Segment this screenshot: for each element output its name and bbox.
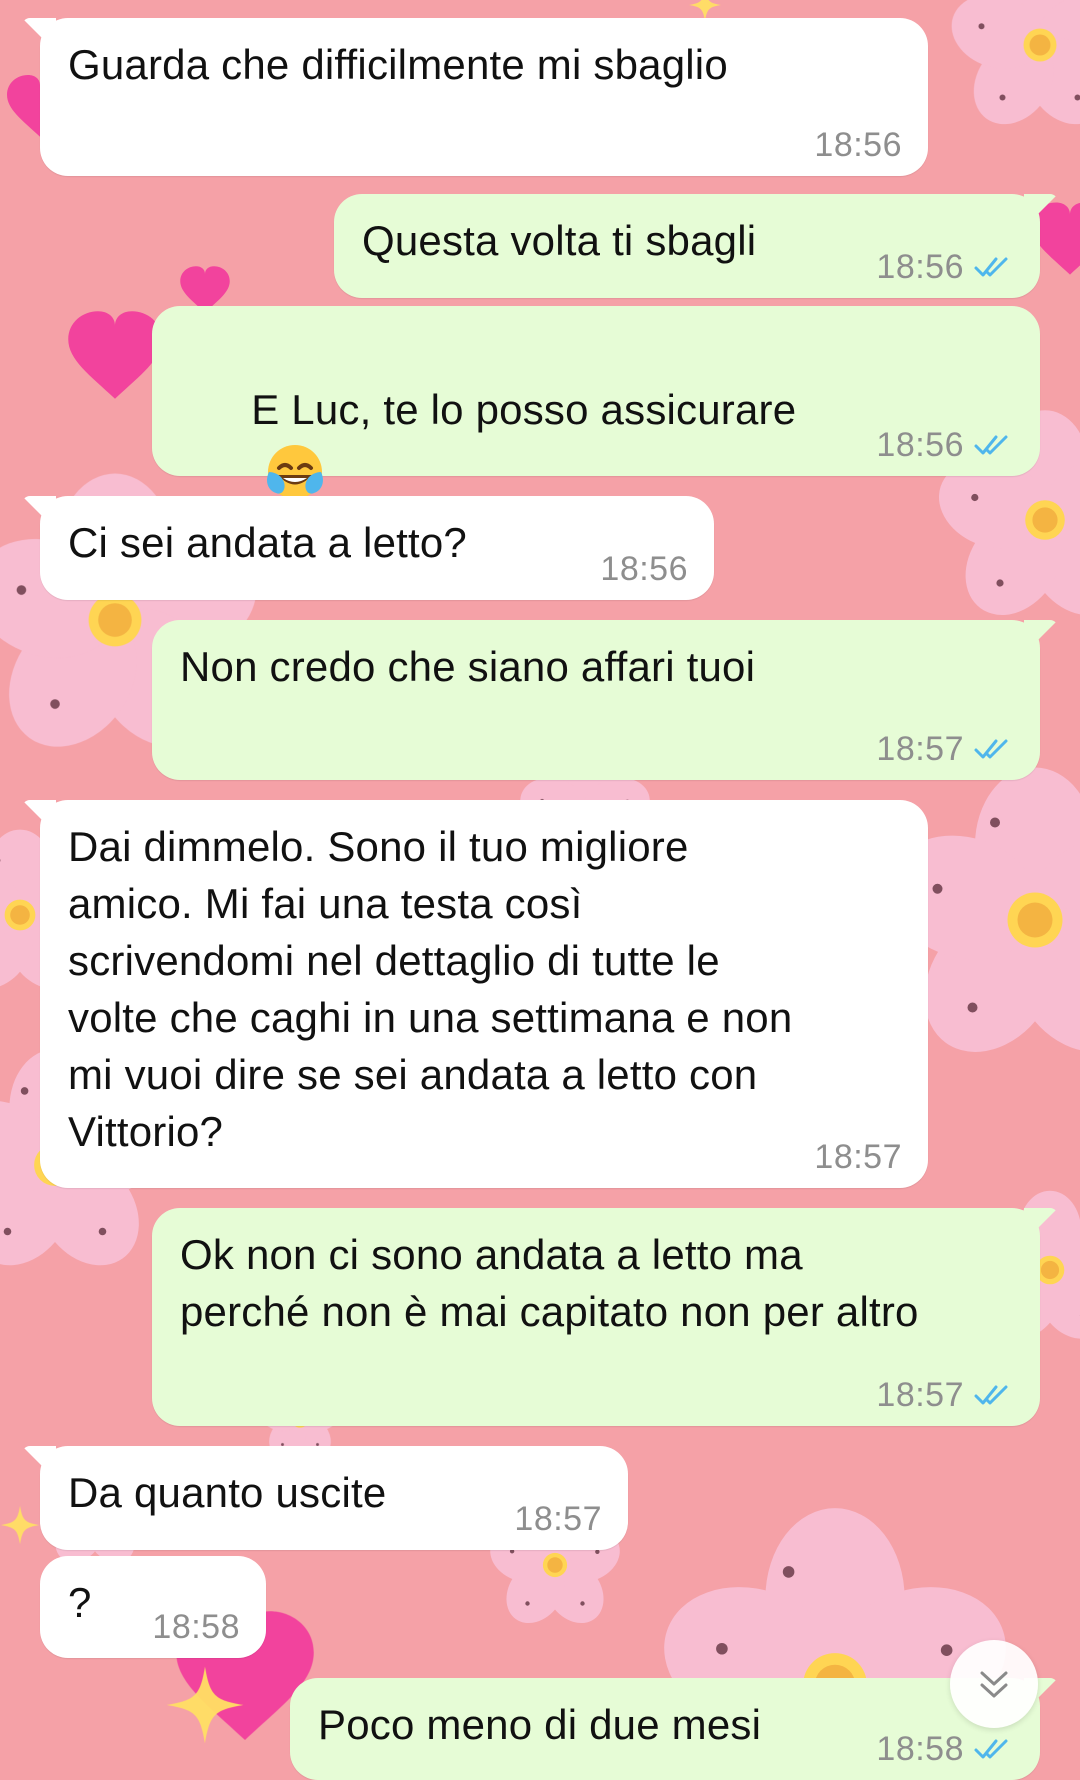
double-check-read-icon xyxy=(974,1385,1008,1405)
double-check-read-icon xyxy=(974,435,1008,455)
message-bubble-outgoing[interactable]: Poco meno di due mesi 18:58 xyxy=(290,1678,1040,1780)
message-bubble-incoming[interactable]: Guarda che difficilmente mi sbaglio 18:5… xyxy=(40,18,928,176)
double-check-read-icon xyxy=(974,257,1008,277)
message-time: 18:56 xyxy=(814,126,902,164)
message-meta: 18:56 xyxy=(876,250,1014,284)
message-time: 18:57 xyxy=(876,1376,964,1414)
chat-thread: Guarda che difficilmente mi sbaglio 18:5… xyxy=(0,0,1080,1780)
message-meta: 18:56 xyxy=(876,428,1014,462)
message-meta: 18:58 xyxy=(876,1732,1014,1766)
chevron-double-down-icon xyxy=(980,1671,1008,1698)
message-meta: 18:57 xyxy=(514,1502,602,1536)
message-bubble-incoming[interactable]: Dai dimmelo. Sono il tuo migliore amico.… xyxy=(40,800,928,1188)
message-text: Guarda che difficilmente mi sbaglio xyxy=(68,41,728,88)
message-time: 18:56 xyxy=(600,550,688,588)
message-bubble-outgoing[interactable]: E Luc, te lo posso assicurare 18:56 xyxy=(152,306,1040,499)
message-meta: 18:56 xyxy=(600,552,688,586)
message-meta: 18:57 xyxy=(814,1140,902,1174)
message-text: Non credo che siano affari tuoi xyxy=(180,643,756,690)
message-bubble-outgoing[interactable]: Non credo che siano affari tuoi 18:57 xyxy=(152,620,1040,780)
message-bubble-incoming[interactable]: Da quanto uscite 18:57 xyxy=(40,1446,628,1550)
message-time: 18:56 xyxy=(876,426,964,464)
message-meta: 18:57 xyxy=(876,1378,1014,1412)
message-text: Ok non ci sono andata a letto ma perché … xyxy=(180,1231,919,1335)
message-bubble-outgoing[interactable]: Ok non ci sono andata a letto ma perché … xyxy=(152,1208,1040,1426)
message-time: 18:58 xyxy=(876,1730,964,1768)
message-text: Ci sei andata a letto? xyxy=(68,519,467,566)
message-time: 18:57 xyxy=(514,1500,602,1538)
message-meta: 18:56 xyxy=(814,128,902,162)
double-check-read-icon xyxy=(974,739,1008,759)
message-time: 18:57 xyxy=(814,1138,902,1176)
message-time: 18:56 xyxy=(876,248,964,286)
message-time: 18:57 xyxy=(876,730,964,768)
message-text: Dai dimmelo. Sono il tuo migliore amico.… xyxy=(68,823,805,1155)
message-meta: 18:57 xyxy=(876,732,1014,766)
message-meta: 18:58 xyxy=(152,1610,240,1644)
message-text-content: E Luc, te lo posso assicurare xyxy=(251,386,797,433)
message-time: 18:58 xyxy=(152,1608,240,1646)
message-bubble-incoming[interactable]: ? 18:58 xyxy=(40,1556,266,1658)
message-bubble-incoming[interactable]: Ci sei andata a letto? 18:56 xyxy=(40,496,714,600)
double-check-read-icon xyxy=(974,1739,1008,1759)
scroll-to-bottom-button[interactable] xyxy=(950,1640,1038,1728)
message-bubble-outgoing[interactable]: Questa volta ti sbagli 18:56 xyxy=(334,194,1040,298)
